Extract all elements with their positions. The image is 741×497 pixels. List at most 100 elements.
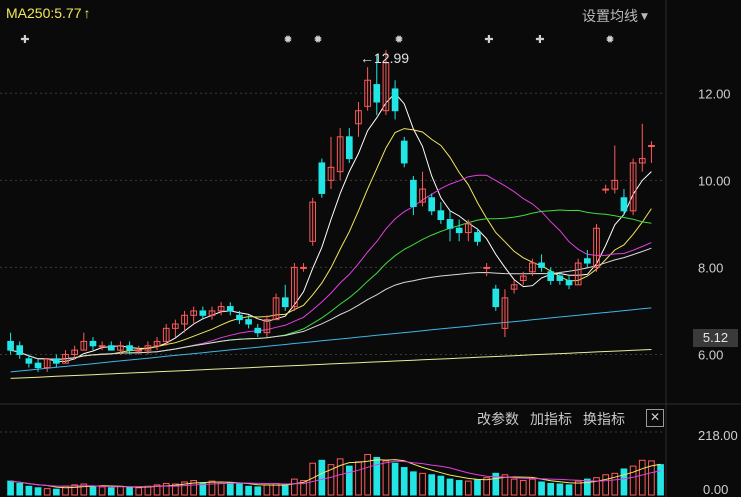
volume-bar bbox=[629, 465, 637, 496]
volume-bar bbox=[25, 485, 33, 496]
candle[interactable] bbox=[190, 306, 198, 324]
candle[interactable] bbox=[602, 184, 609, 194]
ma120-line bbox=[10, 307, 652, 373]
candle[interactable] bbox=[629, 158, 637, 216]
candle[interactable] bbox=[43, 358, 51, 372]
event-marker-icon[interactable]: ✹ bbox=[313, 33, 322, 46]
add-indicator-button[interactable]: 加指标 bbox=[530, 412, 572, 428]
candle[interactable] bbox=[263, 315, 271, 338]
candle[interactable] bbox=[153, 337, 161, 351]
volume-bar bbox=[16, 482, 24, 496]
volume-bar bbox=[593, 477, 600, 496]
price-tick-label: 8.00 bbox=[698, 260, 723, 275]
candle[interactable] bbox=[565, 276, 573, 290]
candle[interactable] bbox=[16, 341, 24, 359]
volume-bar bbox=[382, 460, 390, 496]
candlestick-series[interactable] bbox=[7, 50, 655, 372]
candle-body bbox=[538, 262, 545, 268]
volume-bar bbox=[565, 484, 573, 496]
volume-axis: 218.00 0.00 bbox=[698, 428, 738, 497]
volume-bar bbox=[144, 485, 152, 496]
candle[interactable] bbox=[254, 324, 262, 338]
candle[interactable] bbox=[217, 302, 225, 316]
candle-body bbox=[483, 266, 490, 269]
candle-body bbox=[318, 162, 326, 194]
candle-body bbox=[16, 345, 24, 355]
candle[interactable] bbox=[483, 263, 490, 277]
candle[interactable] bbox=[226, 302, 234, 316]
candle[interactable] bbox=[291, 263, 298, 311]
candle[interactable] bbox=[172, 319, 179, 338]
volume-bars bbox=[7, 454, 664, 496]
candle[interactable] bbox=[611, 145, 619, 194]
candle[interactable] bbox=[410, 176, 417, 216]
candle[interactable] bbox=[584, 250, 591, 268]
volume-bar bbox=[428, 474, 436, 496]
volume-bar bbox=[7, 480, 14, 496]
candle-body bbox=[428, 197, 436, 212]
candle[interactable] bbox=[345, 128, 353, 163]
candle[interactable] bbox=[400, 136, 408, 168]
change-indicator-button[interactable]: 换指标 bbox=[583, 412, 625, 428]
candle-body bbox=[391, 88, 399, 112]
candle[interactable] bbox=[327, 136, 335, 190]
candle[interactable] bbox=[455, 219, 463, 242]
volume-bar bbox=[291, 478, 298, 496]
candle[interactable] bbox=[437, 202, 445, 224]
candle[interactable] bbox=[309, 197, 317, 246]
volume-bar bbox=[43, 488, 51, 496]
candle[interactable] bbox=[538, 254, 545, 272]
event-marker-icon[interactable]: ✹ bbox=[605, 33, 614, 46]
event-marker-icon[interactable]: ✚ bbox=[535, 33, 544, 46]
candle-body bbox=[135, 349, 143, 352]
candle[interactable] bbox=[281, 284, 289, 311]
event-marker-icon[interactable]: ✹ bbox=[283, 33, 292, 46]
candle[interactable] bbox=[355, 102, 362, 137]
candle-body bbox=[547, 271, 555, 281]
candle[interactable] bbox=[428, 193, 436, 216]
event-markers[interactable]: ✚ ✹ ✹ ✹ ✚ ✚ ✹ bbox=[20, 33, 614, 46]
candle[interactable] bbox=[89, 337, 97, 351]
volume-bar bbox=[162, 482, 170, 496]
close-icon[interactable]: ✕ bbox=[646, 409, 664, 427]
caret-down-icon: ▼ bbox=[641, 12, 648, 22]
candle[interactable] bbox=[620, 189, 628, 216]
candle[interactable] bbox=[638, 123, 646, 172]
candle[interactable] bbox=[510, 280, 518, 294]
candle[interactable] bbox=[446, 210, 454, 242]
volume-bar bbox=[483, 477, 490, 496]
candle[interactable] bbox=[648, 141, 655, 163]
volume-bar bbox=[126, 486, 133, 496]
candle[interactable] bbox=[53, 354, 60, 368]
event-marker-icon[interactable]: ✚ bbox=[484, 33, 493, 46]
candle[interactable] bbox=[300, 263, 307, 272]
candle-body bbox=[648, 145, 655, 148]
volume-bar bbox=[437, 475, 445, 496]
set-ma-button[interactable]: 设置均线 ▼ bbox=[582, 6, 648, 26]
candle[interactable] bbox=[7, 332, 14, 355]
volume-bar bbox=[226, 482, 234, 496]
volume-bar bbox=[391, 462, 399, 496]
volume-bar bbox=[98, 486, 106, 496]
event-marker-icon[interactable]: ✹ bbox=[394, 33, 403, 46]
volume-bar bbox=[547, 482, 555, 496]
candle-body bbox=[602, 188, 609, 191]
candle[interactable] bbox=[336, 128, 344, 181]
candle[interactable] bbox=[364, 67, 371, 111]
candle[interactable] bbox=[208, 306, 216, 320]
candle[interactable] bbox=[391, 80, 399, 120]
candle[interactable] bbox=[107, 341, 115, 351]
volume-bar bbox=[446, 478, 454, 496]
volume-bar bbox=[464, 480, 472, 496]
modify-params-button[interactable]: 改参数 bbox=[477, 412, 519, 428]
event-marker-icon[interactable]: ✚ bbox=[20, 33, 29, 46]
candle[interactable] bbox=[492, 284, 500, 311]
candle[interactable] bbox=[80, 332, 88, 351]
candle-body bbox=[410, 179, 417, 207]
candle[interactable] bbox=[318, 158, 326, 198]
volume-bar bbox=[254, 486, 262, 496]
candle[interactable] bbox=[34, 358, 42, 372]
volume-bar bbox=[602, 474, 609, 496]
candle[interactable] bbox=[98, 341, 106, 351]
candle[interactable] bbox=[501, 289, 509, 338]
